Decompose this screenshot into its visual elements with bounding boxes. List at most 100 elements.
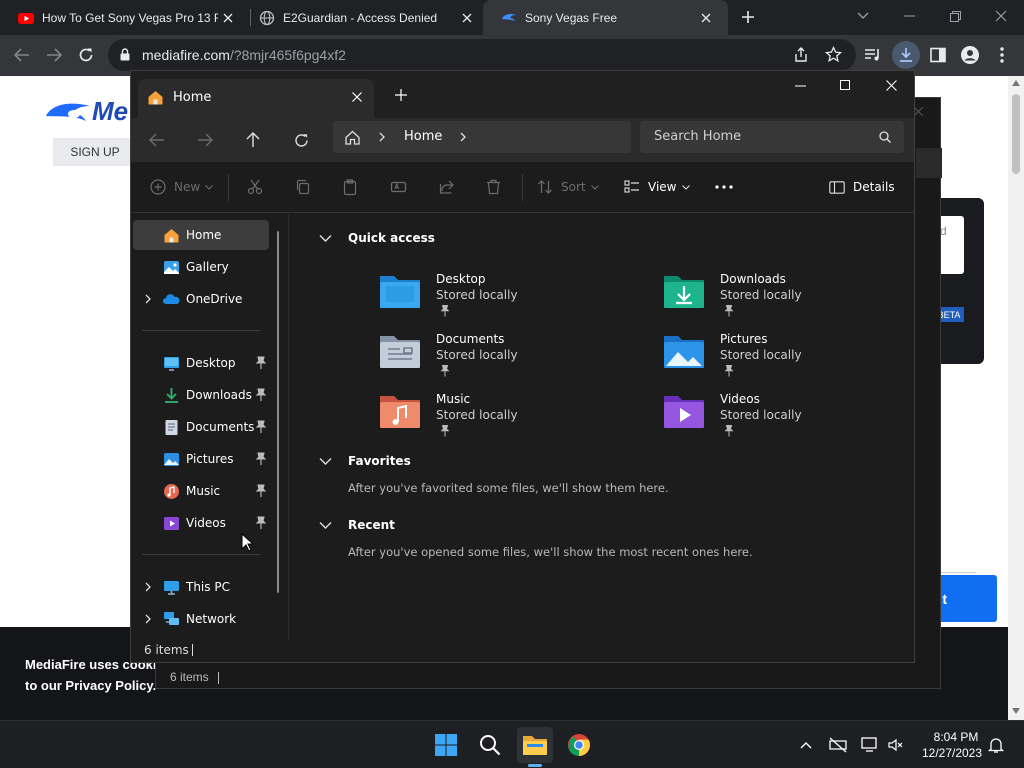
nav-label: Videos — [186, 516, 226, 530]
nav-item-desktop[interactable]: Desktop — [133, 348, 269, 378]
pin-icon[interactable] — [255, 420, 267, 434]
address-bar[interactable]: mediafire.com/?8mjr465f6pg4xf2 — [108, 39, 856, 71]
pin-icon[interactable] — [255, 516, 267, 530]
nav-item-music[interactable]: Music — [133, 476, 269, 506]
nav-item-onedrive[interactable]: OneDrive — [133, 284, 269, 314]
search-placeholder: Search Home — [654, 129, 742, 144]
network-status-button[interactable] — [828, 735, 848, 755]
item-name: Videos — [720, 392, 760, 406]
file-explorer-taskbar-button[interactable] — [517, 727, 553, 763]
quick-access-pictures[interactable]: Pictures Stored locally — [662, 332, 912, 384]
bookmark-star-icon[interactable] — [825, 46, 842, 63]
chrome-taskbar-button[interactable] — [561, 727, 597, 763]
show-hidden-icons-button[interactable] — [796, 735, 816, 755]
nav-label: OneDrive — [186, 292, 243, 306]
nav-item-home[interactable]: Home — [133, 220, 269, 250]
close-tab-icon[interactable] — [457, 8, 477, 28]
restore-button[interactable] — [932, 0, 978, 32]
up-button[interactable] — [235, 122, 271, 158]
close-icon — [995, 10, 1007, 22]
delete-button[interactable] — [486, 172, 501, 202]
nav-scrollbar[interactable] — [277, 231, 279, 593]
quick-access-downloads[interactable]: Downloads Stored locally — [662, 272, 912, 324]
nav-item-this-pc[interactable]: This PC — [133, 572, 269, 602]
forward-button[interactable] — [187, 122, 223, 158]
scrollbar-thumb[interactable] — [1012, 94, 1020, 174]
chevron-right-icon[interactable] — [142, 581, 154, 593]
chevron-down-icon — [205, 184, 214, 190]
pin-icon[interactable] — [255, 388, 267, 402]
pin-icon[interactable] — [255, 484, 267, 498]
url-text: mediafire.com/?8mjr465f6pg4xf2 — [142, 47, 346, 63]
arrow-up-icon — [246, 132, 260, 147]
forward-button[interactable] — [40, 41, 68, 69]
details-button[interactable]: Details — [829, 172, 895, 202]
share-icon[interactable] — [793, 47, 809, 63]
page-scrollbar[interactable] — [1008, 76, 1024, 720]
signup-button[interactable]: SIGN UP — [53, 138, 137, 166]
tab-search-button[interactable] — [840, 0, 886, 32]
chrome-tab-e2guardian[interactable]: E2Guardian - Access Denied — [241, 0, 489, 35]
search-button[interactable] — [472, 727, 508, 763]
volume-button[interactable] — [886, 735, 906, 755]
clock-date[interactable]: 12/27/2023 — [916, 746, 988, 760]
back-button[interactable] — [8, 41, 36, 69]
arrow-left-icon — [14, 48, 29, 62]
nav-item-pictures[interactable]: Pictures — [133, 444, 269, 474]
nav-item-downloads[interactable]: Downloads — [133, 380, 269, 410]
close-tab-icon[interactable] — [218, 8, 238, 28]
copy-button[interactable] — [295, 172, 311, 202]
profile-button[interactable] — [956, 41, 984, 69]
chrome-menu-button[interactable] — [988, 41, 1016, 69]
explorer-tab-home[interactable]: Home — [138, 79, 374, 118]
quick-access-documents[interactable]: Documents Stored locally — [378, 332, 628, 384]
chevron-right-icon[interactable] — [142, 293, 154, 305]
downloads-button[interactable] — [892, 41, 920, 69]
minimize-button[interactable] — [886, 0, 932, 32]
quick-access-videos[interactable]: Videos Stored locally — [662, 392, 912, 444]
lock-icon[interactable] — [120, 48, 130, 61]
close-tab-icon[interactable] — [696, 8, 716, 28]
more-options-button[interactable] — [715, 172, 733, 202]
new-tab-plus-icon[interactable] — [395, 89, 407, 101]
quick-access-music[interactable]: Music Stored locally — [378, 392, 628, 444]
view-button[interactable]: View — [624, 172, 691, 202]
clock-time[interactable]: 8:04 PM — [924, 730, 988, 744]
close-tab-icon[interactable] — [352, 92, 362, 102]
media-control-button[interactable] — [859, 41, 887, 69]
scroll-up-icon[interactable] — [1012, 80, 1020, 86]
nav-item-documents[interactable]: Documents — [133, 412, 269, 442]
chrome-tab-sony-vegas-free[interactable]: Sony Vegas Free — [483, 0, 728, 35]
back-button[interactable] — [139, 122, 175, 158]
chrome-tab-youtube[interactable]: How To Get Sony Vegas Pro 13 F — [0, 0, 250, 35]
pin-icon — [724, 305, 734, 317]
refresh-button[interactable] — [283, 122, 319, 158]
sort-button[interactable]: Sort — [537, 172, 599, 202]
side-panel-button[interactable] — [924, 41, 952, 69]
pin-icon[interactable] — [255, 452, 267, 466]
close-window-button[interactable] — [978, 0, 1024, 32]
nav-item-gallery[interactable]: Gallery — [133, 252, 269, 282]
maximize-icon[interactable] — [840, 80, 850, 90]
display-settings-button[interactable] — [860, 735, 880, 755]
new-tab-button[interactable] — [734, 3, 762, 31]
start-button[interactable] — [428, 727, 464, 763]
paste-button[interactable] — [342, 172, 358, 202]
chevron-right-icon[interactable] — [460, 132, 466, 142]
notifications-button[interactable] — [986, 735, 1006, 755]
explorer-address-bar[interactable]: Home — [333, 121, 631, 153]
reload-button[interactable] — [72, 41, 100, 69]
quick-access-desktop[interactable]: Desktop Stored locally — [378, 272, 628, 324]
minimize-icon[interactable] — [795, 85, 806, 87]
cut-button[interactable] — [247, 172, 263, 202]
new-button[interactable]: New — [150, 172, 214, 202]
scroll-down-icon[interactable] — [1012, 708, 1020, 714]
close-icon[interactable] — [886, 80, 897, 91]
nav-item-network[interactable]: Network — [133, 604, 269, 634]
explorer-search-input[interactable]: Search Home — [640, 121, 904, 153]
rename-button[interactable] — [390, 172, 407, 202]
share-button[interactable] — [439, 172, 455, 202]
chevron-right-icon[interactable] — [142, 613, 154, 625]
address-location[interactable]: Home — [404, 129, 442, 144]
pin-icon[interactable] — [255, 356, 267, 370]
